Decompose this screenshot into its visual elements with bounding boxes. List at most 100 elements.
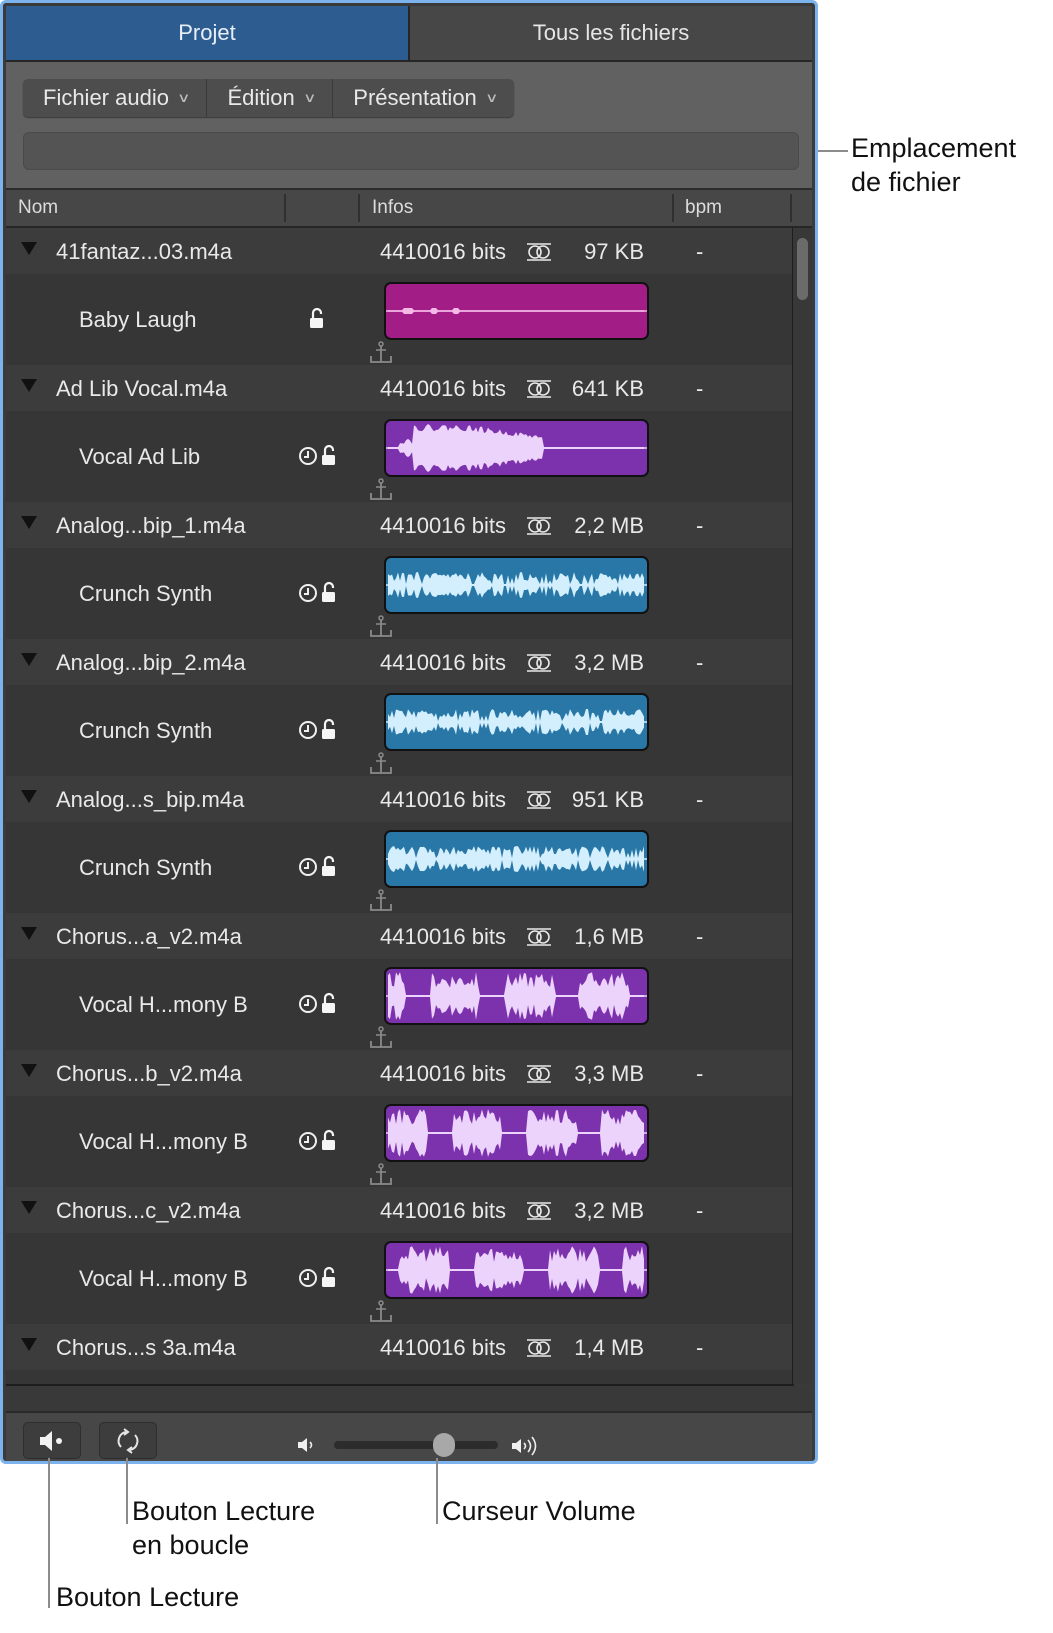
- anchor-icon[interactable]: [368, 1026, 394, 1050]
- clock-icon[interactable]: [298, 445, 320, 469]
- region-row[interactable]: Vocal H...mony B: [6, 1233, 792, 1324]
- unlock-icon[interactable]: [320, 1128, 338, 1152]
- toolbar: Fichier audio ∨ Édition ∨ Présentation ∨: [6, 62, 812, 190]
- region-row[interactable]: Crunch Synth: [6, 548, 792, 639]
- tab-all-files[interactable]: Tous les fichiers: [408, 6, 812, 60]
- region-row[interactable]: Baby Laugh: [6, 274, 792, 365]
- anchor-icon[interactable]: [368, 1300, 394, 1324]
- anchor-icon[interactable]: [368, 1163, 394, 1187]
- loop-button[interactable]: [99, 1422, 157, 1459]
- unlock-icon[interactable]: [320, 1265, 338, 1289]
- scrollbar-thumb[interactable]: [797, 238, 808, 300]
- waveform: [386, 846, 647, 872]
- loop-icon: [117, 1427, 139, 1454]
- disclosure-triangle-icon[interactable]: [21, 1338, 37, 1351]
- region-name: Vocal H...mony B: [79, 992, 248, 1017]
- file-location-field[interactable]: [23, 132, 799, 170]
- file-size: 951 KB: [571, 787, 644, 812]
- disclosure-triangle-icon[interactable]: [21, 516, 37, 529]
- clock-icon[interactable]: [298, 582, 320, 606]
- file-row[interactable]: 41fantaz...03.m4a 4410016 bits 97 KB -: [6, 228, 792, 274]
- disclosure-triangle-icon[interactable]: [21, 927, 37, 940]
- anchor-icon[interactable]: [368, 615, 394, 639]
- region-row[interactable]: [6, 1370, 792, 1384]
- anchor-icon[interactable]: [368, 341, 394, 365]
- disclosure-triangle-icon[interactable]: [21, 1201, 37, 1214]
- file-row[interactable]: Chorus...c_v2.m4a 4410016 bits 3,2 MB -: [6, 1187, 792, 1233]
- disclosure-triangle-icon[interactable]: [21, 653, 37, 666]
- column-divider[interactable]: [672, 194, 674, 222]
- file-size: 1,6 MB: [574, 924, 644, 949]
- region-status-icons: [298, 717, 350, 743]
- vertical-scrollbar[interactable]: [793, 228, 812, 1384]
- menu-edit[interactable]: Édition ∨: [207, 79, 334, 117]
- audio-region[interactable]: [384, 693, 649, 751]
- region-row[interactable]: Crunch Synth: [6, 822, 792, 913]
- menu-view[interactable]: Présentation ∨: [333, 79, 514, 117]
- column-bpm[interactable]: bpm: [685, 197, 722, 219]
- file-row[interactable]: Chorus...a_v2.m4a 4410016 bits 1,6 MB -: [6, 913, 792, 959]
- audio-region[interactable]: [384, 967, 649, 1025]
- region-name: Vocal Ad Lib: [79, 444, 201, 469]
- file-row[interactable]: Analog...bip_2.m4a 4410016 bits 3,2 MB -: [6, 639, 792, 685]
- column-divider[interactable]: [790, 194, 792, 222]
- file-group: Chorus...s 3a.m4a 4410016 bits 1,4 MB -: [6, 1324, 792, 1384]
- clock-icon[interactable]: [298, 719, 320, 743]
- unlock-icon[interactable]: [320, 854, 338, 878]
- region-row[interactable]: Vocal H...mony B: [6, 959, 792, 1050]
- audio-region[interactable]: [384, 556, 649, 614]
- clock-icon[interactable]: [298, 1130, 320, 1154]
- column-name[interactable]: Nom: [18, 197, 58, 219]
- clock-icon[interactable]: [298, 856, 320, 880]
- file-info: 4410016 bits: [380, 1061, 506, 1086]
- column-info[interactable]: Infos: [372, 197, 413, 219]
- audio-region[interactable]: [384, 1104, 649, 1162]
- unlock-icon[interactable]: [320, 443, 338, 467]
- tab-project[interactable]: Projet: [6, 6, 408, 60]
- volume-slider[interactable]: [334, 1433, 498, 1457]
- clock-icon[interactable]: [298, 993, 320, 1017]
- file-row[interactable]: Chorus...s 3a.m4a 4410016 bits 1,4 MB -: [6, 1324, 792, 1370]
- file-bpm: -: [696, 376, 704, 401]
- file-bpm: -: [696, 1335, 704, 1360]
- volume-slider-knob[interactable]: [432, 1433, 455, 1457]
- chevron-down-icon: ∨: [177, 90, 191, 105]
- play-button[interactable]: [23, 1422, 81, 1459]
- file-name: Ad Lib Vocal.m4a: [56, 376, 228, 401]
- file-size: 3,2 MB: [574, 650, 644, 675]
- unlock-icon[interactable]: [308, 306, 326, 330]
- file-bpm: -: [696, 239, 704, 264]
- disclosure-triangle-icon[interactable]: [21, 1064, 37, 1077]
- column-divider[interactable]: [358, 194, 360, 222]
- region-name: Baby Laugh: [79, 307, 197, 332]
- file-row[interactable]: Analog...bip_1.m4a 4410016 bits 2,2 MB -: [6, 502, 792, 548]
- audio-region[interactable]: [384, 282, 649, 340]
- audio-region[interactable]: [384, 419, 649, 477]
- audio-region[interactable]: [384, 830, 649, 888]
- clock-icon[interactable]: [298, 1267, 320, 1291]
- disclosure-triangle-icon[interactable]: [21, 379, 37, 392]
- disclosure-triangle-icon[interactable]: [21, 242, 37, 255]
- file-row[interactable]: Analog...s_bip.m4a 4410016 bits 951 KB -: [6, 776, 792, 822]
- unlock-icon[interactable]: [320, 717, 338, 741]
- menu-bar: Fichier audio ∨ Édition ∨ Présentation ∨: [23, 79, 515, 117]
- unlock-icon[interactable]: [320, 991, 338, 1015]
- region-row[interactable]: Vocal Ad Lib: [6, 411, 792, 502]
- unlock-icon[interactable]: [320, 580, 338, 604]
- file-size: 3,2 MB: [574, 1198, 644, 1223]
- anchor-icon[interactable]: [368, 478, 394, 502]
- file-bpm: -: [696, 1198, 704, 1223]
- menu-audio-file[interactable]: Fichier audio ∨: [23, 79, 208, 117]
- anchor-icon[interactable]: [368, 889, 394, 913]
- file-row[interactable]: Ad Lib Vocal.m4a 4410016 bits 641 KB -: [6, 365, 792, 411]
- callout-loop-button: Bouton Lecture en boucle: [132, 1494, 315, 1562]
- file-size: 3,3 MB: [574, 1061, 644, 1086]
- audio-region[interactable]: [384, 1241, 649, 1299]
- disclosure-triangle-icon[interactable]: [21, 790, 37, 803]
- file-row[interactable]: Chorus...b_v2.m4a 4410016 bits 3,3 MB -: [6, 1050, 792, 1096]
- column-divider[interactable]: [284, 194, 286, 222]
- region-row[interactable]: Crunch Synth: [6, 685, 792, 776]
- callout-volume-slider: Curseur Volume: [442, 1496, 636, 1526]
- anchor-icon[interactable]: [368, 752, 394, 776]
- region-row[interactable]: Vocal H...mony B: [6, 1096, 792, 1187]
